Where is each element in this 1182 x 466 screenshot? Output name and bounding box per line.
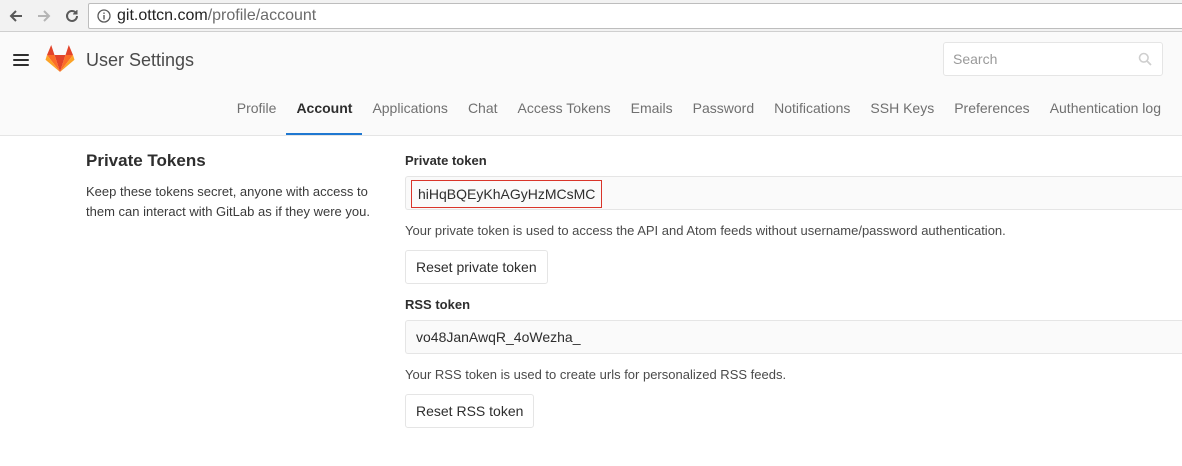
search-box bbox=[943, 42, 1163, 76]
reset-private-token-button[interactable]: Reset private token bbox=[405, 250, 548, 284]
search-input[interactable] bbox=[944, 43, 1134, 75]
menu-bar bbox=[13, 54, 29, 57]
tab-password[interactable]: Password bbox=[683, 88, 764, 135]
rss-token-field[interactable]: vo48JanAwqR_4oWezha_ bbox=[405, 320, 1182, 354]
section-intro: Private Tokens Keep these tokens secret,… bbox=[86, 150, 376, 222]
tab-authentication-log[interactable]: Authentication log bbox=[1040, 88, 1171, 135]
private-token-label: Private token bbox=[405, 153, 487, 168]
section-title: Private Tokens bbox=[86, 151, 206, 170]
url-path: /profile/account bbox=[207, 7, 317, 24]
tab-emails[interactable]: Emails bbox=[621, 88, 683, 135]
reset-rss-token-button[interactable]: Reset RSS token bbox=[405, 394, 535, 428]
browser-toolbar: git.ottcn.com/profile/account bbox=[0, 0, 1182, 32]
arrow-right-icon bbox=[38, 10, 51, 22]
app-header: User Settings Profile Account Applicatio… bbox=[0, 32, 1182, 136]
tab-profile[interactable]: Profile bbox=[227, 88, 287, 135]
private-token-field[interactable]: hiHqBQEyKhAGyHzMCsMC bbox=[405, 176, 1182, 210]
url-text: git.ottcn.com/profile/account bbox=[117, 7, 316, 25]
reload-button[interactable] bbox=[61, 5, 83, 27]
tab-chat[interactable]: Chat bbox=[458, 88, 508, 135]
rss-token-value[interactable]: vo48JanAwqR_4oWezha_ bbox=[416, 328, 581, 346]
reload-icon bbox=[66, 9, 78, 22]
menu-toggle[interactable] bbox=[13, 54, 29, 67]
tab-notifications[interactable]: Notifications bbox=[764, 88, 860, 135]
search-icon bbox=[1138, 52, 1152, 66]
menu-bar bbox=[13, 58, 29, 62]
gitlab-logo-icon[interactable] bbox=[45, 45, 75, 73]
url-host: git.ottcn.com bbox=[117, 7, 208, 24]
arrow-left-icon bbox=[9, 10, 22, 22]
tab-applications[interactable]: Applications bbox=[362, 88, 458, 135]
back-button[interactable] bbox=[5, 5, 27, 27]
forward-button[interactable] bbox=[33, 5, 55, 27]
tokens-form: Private token hiHqBQEyKhAGyHzMCsMC Your … bbox=[405, 150, 1182, 428]
tab-access-tokens[interactable]: Access Tokens bbox=[508, 88, 621, 135]
page-title: User Settings bbox=[86, 50, 195, 70]
tab-account[interactable]: Account bbox=[286, 88, 363, 135]
tab-ssh-keys[interactable]: SSH Keys bbox=[860, 88, 944, 135]
section-description: Keep these tokens secret, anyone with ac… bbox=[86, 184, 370, 219]
address-bar[interactable]: git.ottcn.com/profile/account bbox=[88, 3, 1182, 29]
info-icon[interactable] bbox=[97, 9, 111, 23]
rss-token-help: Your RSS token is used to create urls fo… bbox=[405, 367, 787, 382]
settings-tabs: Profile Account Applications Chat Access… bbox=[227, 88, 1171, 135]
private-token-value[interactable]: hiHqBQEyKhAGyHzMCsMC bbox=[411, 180, 603, 208]
private-token-help: Your private token is used to access the… bbox=[405, 223, 1006, 238]
tab-preferences[interactable]: Preferences bbox=[944, 88, 1039, 135]
rss-token-label: RSS token bbox=[405, 297, 471, 312]
menu-bar bbox=[13, 63, 29, 67]
